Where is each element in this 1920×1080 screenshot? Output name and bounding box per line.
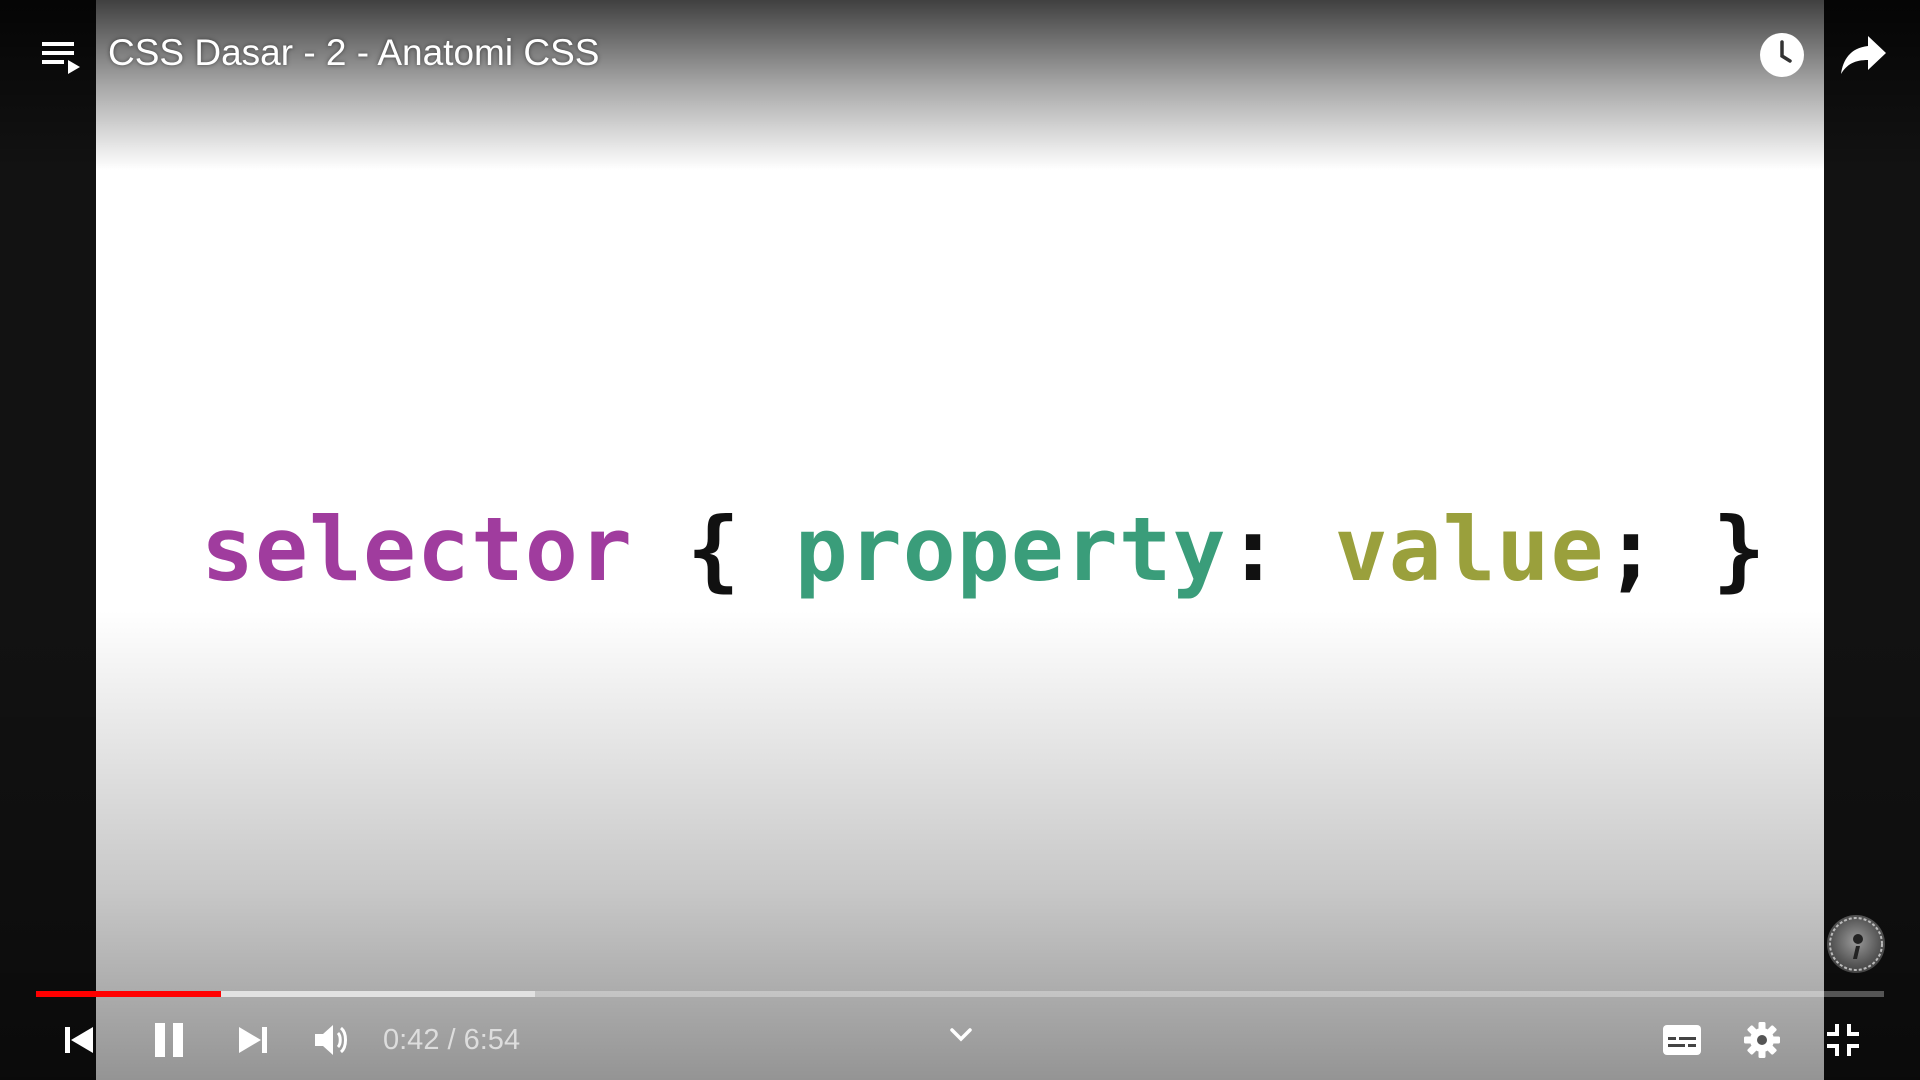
volume-icon <box>315 1025 347 1055</box>
playlist-button[interactable] <box>38 34 84 80</box>
skip-previous-icon <box>65 1027 93 1053</box>
video-title[interactable]: CSS Dasar - 2 - Anatomi CSS <box>108 30 599 76</box>
skip-next-icon <box>239 1027 267 1053</box>
code-semicolon: ; <box>1604 498 1659 601</box>
next-button[interactable] <box>230 1010 276 1070</box>
share-button[interactable] <box>1838 32 1890 78</box>
subtitles-icon <box>1663 1025 1701 1055</box>
css-syntax-code: selector { property: value; } <box>201 495 1766 605</box>
volume-button[interactable] <box>310 1010 354 1070</box>
exit-fullscreen-icon <box>1827 1024 1859 1056</box>
watch-later-button[interactable] <box>1757 30 1807 80</box>
settings-button[interactable] <box>1738 1010 1786 1070</box>
channel-watermark[interactable] <box>1827 915 1885 973</box>
previous-button[interactable] <box>56 1010 102 1070</box>
more-options-button[interactable] <box>944 1022 978 1048</box>
code-selector: selector <box>201 498 633 601</box>
pause-icon <box>155 1023 183 1057</box>
time-separator: / <box>439 1024 464 1056</box>
chevron-down-icon <box>950 1028 972 1042</box>
title-bar: CSS Dasar - 2 - Anatomi CSS <box>0 0 1920 110</box>
pause-button[interactable] <box>144 1010 194 1070</box>
time-display: 0:42 / 6:54 <box>383 1022 520 1058</box>
progress-bar[interactable] <box>36 986 1884 1000</box>
duration: 6:54 <box>463 1024 521 1056</box>
code-property: property <box>794 498 1227 601</box>
gear-icon <box>1744 1022 1780 1058</box>
exit-fullscreen-button[interactable] <box>1820 1010 1866 1070</box>
code-close-brace: } <box>1658 498 1767 601</box>
playlist-icon <box>42 42 80 74</box>
subtitles-button[interactable] <box>1657 1010 1707 1070</box>
clock-icon <box>1760 33 1804 77</box>
code-open-brace: { <box>632 498 795 601</box>
video-player[interactable]: selector { property: value; } CSS Dasar … <box>0 0 1920 1080</box>
current-time: 0:42 <box>383 1024 440 1056</box>
code-colon: : <box>1226 498 1335 601</box>
video-frame[interactable]: selector { property: value; } <box>96 0 1824 1080</box>
channel-logo-icon <box>1829 917 1883 971</box>
progress-played <box>36 991 221 997</box>
share-arrow-icon <box>1841 36 1886 74</box>
code-value: value <box>1334 498 1605 601</box>
